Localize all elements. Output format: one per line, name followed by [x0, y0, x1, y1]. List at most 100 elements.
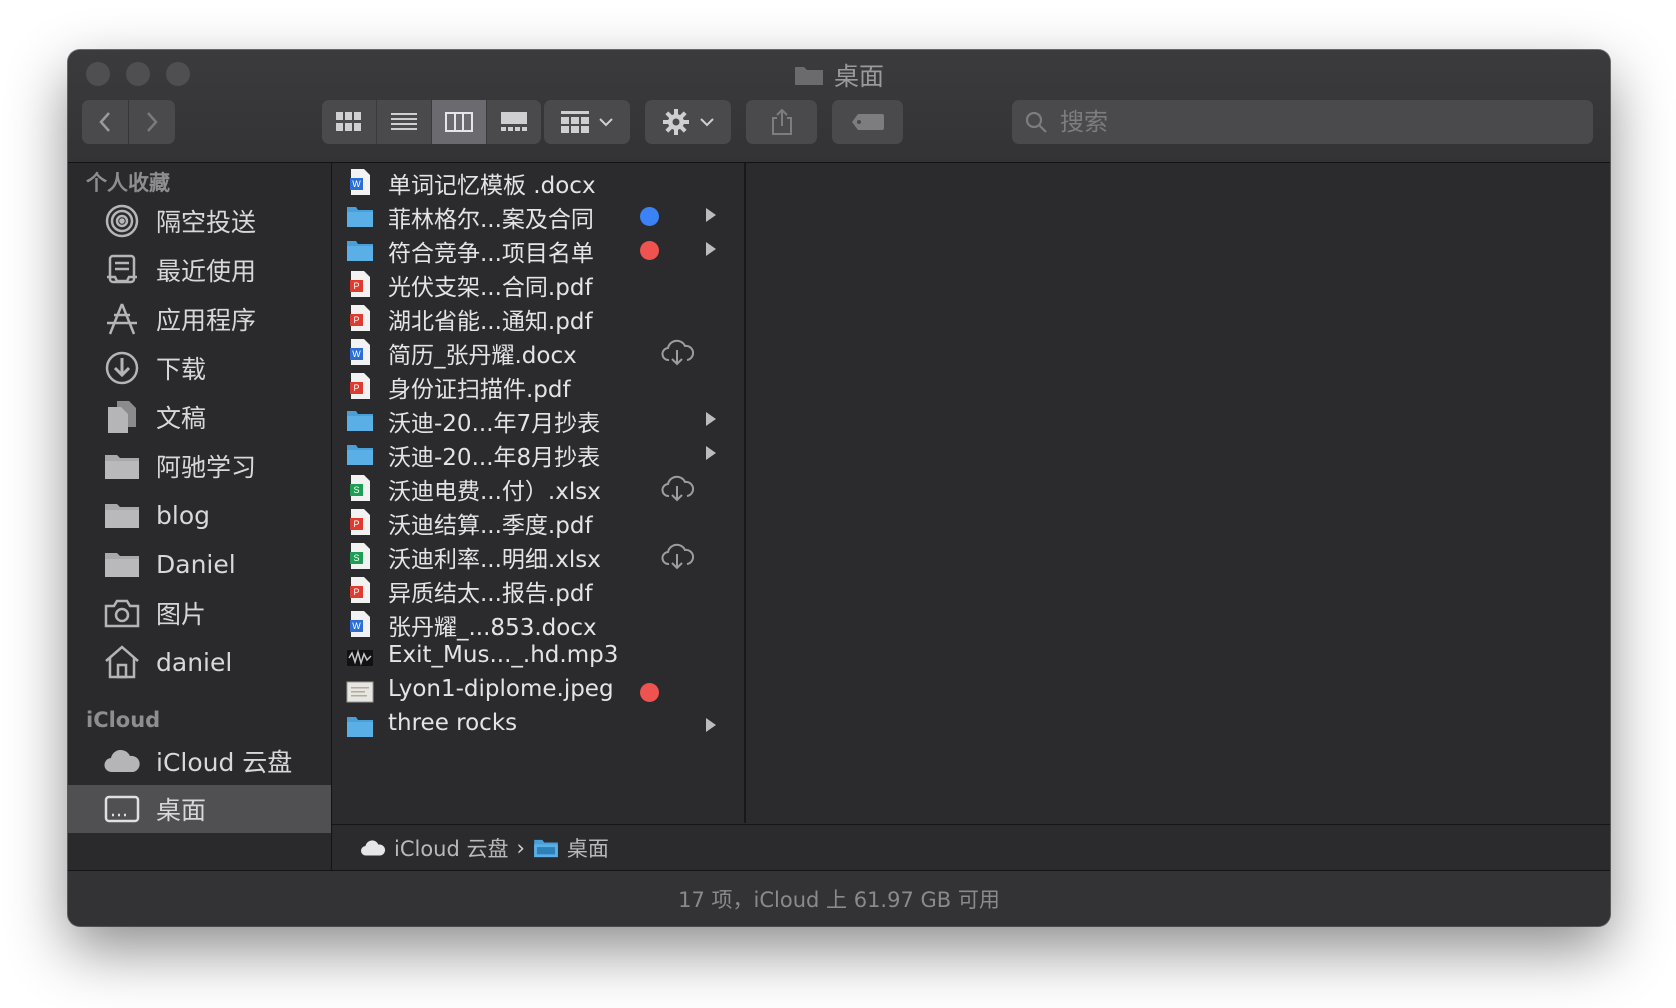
- back-button[interactable]: [82, 100, 128, 144]
- sidebar-item-downloads[interactable]: 下载: [68, 344, 331, 392]
- documents-icon: [102, 397, 142, 437]
- search-field[interactable]: [1012, 100, 1593, 144]
- folder-icon: [534, 839, 558, 858]
- search-input[interactable]: [1058, 107, 1562, 137]
- sidebar-item-daniel-folder[interactable]: Daniel: [68, 540, 331, 588]
- share-icon: [771, 108, 792, 135]
- file-row[interactable]: W 单词记忆模板 .docx: [332, 165, 744, 199]
- gallery-view-button[interactable]: [487, 100, 541, 144]
- cloud-icon: [102, 741, 142, 781]
- tag-icon: [851, 114, 884, 130]
- sidebar-item-label: 隔空投送: [156, 208, 257, 237]
- file-row[interactable]: P 光伏支架...合同.pdf: [332, 267, 744, 301]
- cloud-download-icon[interactable]: [660, 542, 694, 570]
- icon-view-button[interactable]: [322, 100, 377, 144]
- share-button[interactable]: [746, 100, 817, 144]
- group-by-button[interactable]: [544, 100, 630, 144]
- pdf-icon: P: [350, 577, 370, 603]
- icloud-header: iCloud: [86, 708, 161, 732]
- sidebar-item-desktop[interactable]: 桌面: [68, 785, 331, 833]
- path-bar: iCloud 云盘 › 桌面: [332, 824, 1610, 871]
- file-row[interactable]: W 张丹耀_...853.docx: [332, 607, 744, 641]
- sidebar-item-blog[interactable]: blog: [68, 491, 331, 539]
- finder-window: 桌面 搜索 个人收藏 隔空投送 最近使用 应用程序 下载 文稿 阿驰学习 blo…: [68, 50, 1610, 926]
- file-name: 湖北省能...通知.pdf: [388, 309, 593, 335]
- file-name: 沃迪-20...年8月抄表: [388, 445, 601, 471]
- disclosure-arrow-icon: [706, 718, 716, 732]
- sidebar-item-label: daniel: [156, 647, 233, 677]
- file-row[interactable]: S 沃迪利率...明细.xlsx: [332, 539, 744, 573]
- folder-icon: [347, 207, 373, 227]
- applications-icon: [102, 299, 142, 339]
- column-view-button[interactable]: [432, 100, 487, 144]
- sidebar-item-home[interactable]: daniel: [68, 638, 331, 686]
- home-icon: [102, 642, 142, 682]
- file-row[interactable]: P 湖北省能...通知.pdf: [332, 301, 744, 335]
- file-name: 符合竞争...项目名单: [388, 241, 594, 267]
- cloud-download-icon[interactable]: [660, 474, 694, 502]
- sidebar-item-label: 桌面: [156, 796, 207, 825]
- file-name: 菲林格尔...案及合同: [388, 207, 594, 233]
- file-name: 简历_张丹耀.docx: [388, 343, 577, 369]
- file-row[interactable]: Lyon1-diplome.jpeg: [332, 675, 744, 709]
- file-row[interactable]: W 简历_张丹耀.docx: [332, 335, 744, 369]
- file-row[interactable]: P 身份证扫描件.pdf: [332, 369, 744, 403]
- sidebar-item-folder[interactable]: 阿驰学习: [68, 442, 331, 490]
- file-row[interactable]: P 沃迪结算...季度.pdf: [332, 505, 744, 539]
- folder-icon: [102, 495, 142, 535]
- chevron-down-icon: [700, 118, 714, 127]
- columns-icon: [445, 112, 473, 132]
- grid-icon: [336, 112, 361, 131]
- file-name: 单词记忆模板 .docx: [388, 173, 596, 199]
- disclosure-arrow-icon: [706, 208, 716, 222]
- audio-file-icon: [347, 649, 373, 666]
- file-row[interactable]: P 异质结太...报告.pdf: [332, 573, 744, 607]
- sidebar-item-label: iCloud 云盘: [156, 748, 293, 777]
- status-bar: 17 项，iCloud 上 61.97 GB 可用: [68, 870, 1610, 926]
- path-separator: ›: [516, 836, 525, 860]
- tags-button[interactable]: [832, 100, 903, 144]
- action-menu-button[interactable]: [645, 100, 731, 144]
- svg-text:P: P: [353, 383, 359, 393]
- view-mode-control: [322, 100, 541, 144]
- chevron-left-icon: [99, 112, 110, 132]
- search-icon: [1025, 111, 1047, 133]
- file-name: 沃迪-20...年7月抄表: [388, 411, 601, 437]
- spreadsheet-icon: S: [350, 543, 370, 569]
- path-segment-icloud-drive[interactable]: iCloud 云盘: [394, 833, 509, 863]
- forward-button[interactable]: [129, 100, 175, 144]
- folder-row[interactable]: 符合竞争...项目名单: [332, 233, 744, 267]
- sidebar-item-applications[interactable]: 应用程序: [68, 295, 331, 343]
- sidebar-item-pictures[interactable]: 图片: [68, 589, 331, 637]
- folder-row[interactable]: 菲林格尔...案及合同: [332, 199, 744, 233]
- sidebar-item-icloud-drive[interactable]: iCloud 云盘: [68, 737, 331, 785]
- pdf-icon: P: [350, 305, 370, 331]
- folder-icon: [347, 411, 373, 431]
- window-title: 桌面: [68, 58, 1610, 92]
- pdf-icon: P: [350, 509, 370, 535]
- list-view-button[interactable]: [377, 100, 432, 144]
- word-document-icon: W: [350, 339, 370, 365]
- path-segment-desktop[interactable]: 桌面: [567, 833, 609, 863]
- svg-text:P: P: [353, 587, 359, 597]
- folder-row[interactable]: 沃迪-20...年8月抄表: [332, 437, 744, 471]
- sidebar-item-documents[interactable]: 文稿: [68, 393, 331, 441]
- folder-icon: [794, 67, 823, 85]
- file-row[interactable]: S 沃迪电费...付）.xlsx: [332, 471, 744, 505]
- folder-row[interactable]: three rocks: [332, 709, 744, 743]
- red-tag-dot: [640, 241, 659, 260]
- camera-icon: [102, 593, 142, 633]
- red-tag-dot: [640, 683, 659, 702]
- downloads-icon: [102, 348, 142, 388]
- folder-icon: [347, 445, 373, 465]
- file-name: 沃迪结算...季度.pdf: [388, 513, 593, 539]
- sidebar-item-label: 文稿: [156, 404, 207, 433]
- file-row[interactable]: Exit_Mus..._.hd.mp3: [332, 641, 744, 675]
- cloud-download-icon[interactable]: [660, 338, 694, 366]
- sidebar-item-recents[interactable]: 最近使用: [68, 246, 331, 294]
- sidebar-item-airdrop[interactable]: 隔空投送: [68, 197, 331, 245]
- pdf-icon: P: [350, 373, 370, 399]
- svg-text:P: P: [353, 315, 359, 325]
- folder-row[interactable]: 沃迪-20...年7月抄表: [332, 403, 744, 437]
- file-name: Lyon1-diplome.jpeg: [388, 676, 614, 702]
